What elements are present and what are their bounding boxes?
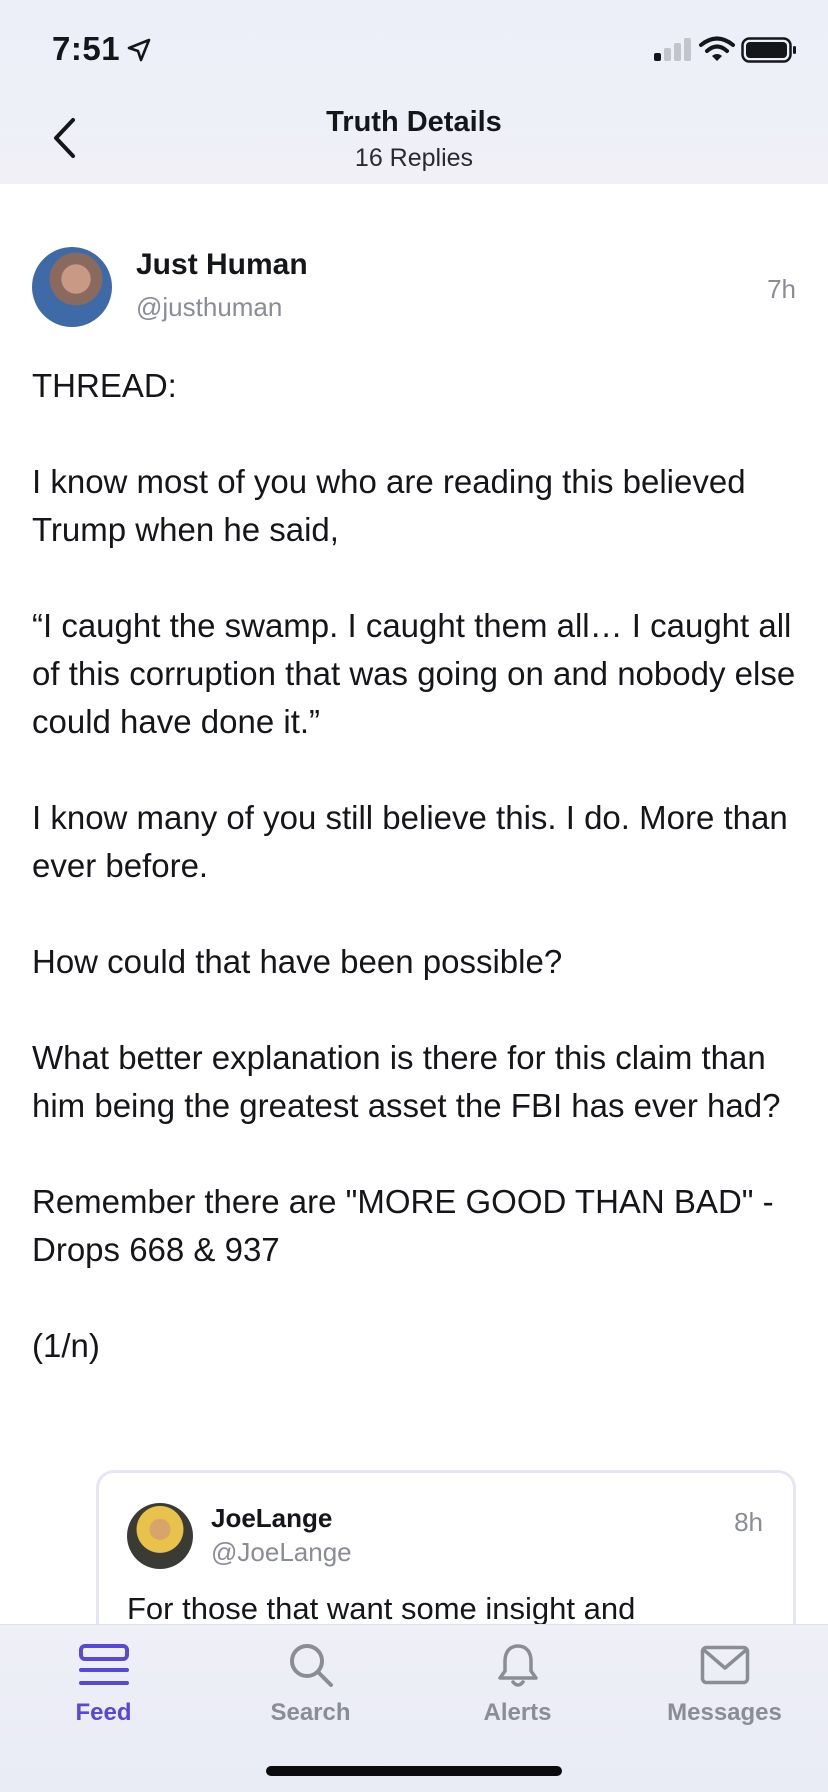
- post-body: THREAD: I know most of you who are readi…: [32, 362, 796, 1418]
- top-header: 7:51 Truth Details 16 Replies: [0, 0, 828, 184]
- post-timestamp: 7h: [767, 274, 796, 304]
- wifi-icon: [699, 36, 735, 61]
- truth-details-screen: 7:51 Truth Details 16 Replies Just Human…: [0, 0, 828, 1792]
- tab-feed[interactable]: Feed: [0, 1625, 207, 1745]
- tab-alerts[interactable]: Alerts: [414, 1625, 621, 1745]
- post-paragraph: I know many of you still believe this. I…: [32, 799, 788, 884]
- post-paragraph: “I caught the swamp. I caught them all… …: [32, 607, 796, 740]
- author-name[interactable]: Just Human: [136, 248, 308, 282]
- post-paragraph: How could that have been possible?: [32, 943, 563, 980]
- status-time: 7:51: [52, 30, 121, 67]
- location-arrow-icon: [127, 38, 151, 62]
- page-title: Truth Details: [326, 106, 502, 138]
- cellular-signal-icon: [654, 38, 691, 61]
- tab-feed-label: Feed: [75, 1699, 132, 1726]
- tab-search[interactable]: Search: [207, 1625, 414, 1745]
- reply-text: For those that want some insight and: [127, 1591, 636, 1626]
- tab-alerts-label: Alerts: [483, 1699, 552, 1726]
- tab-messages[interactable]: Messages: [621, 1625, 828, 1745]
- reply-author-handle[interactable]: @JoeLange: [211, 1537, 352, 1568]
- reply-count: 16 Replies: [354, 144, 474, 172]
- battery-icon: [741, 37, 796, 63]
- reply-author-avatar[interactable]: [127, 1503, 193, 1569]
- feed-icon: [78, 1644, 129, 1685]
- search-icon: [289, 1644, 333, 1687]
- envelope-icon: [700, 1645, 749, 1685]
- bell-icon: [497, 1644, 538, 1687]
- post-paragraph: What better explanation is there for thi…: [32, 1039, 781, 1124]
- reply-timestamp: 8h: [734, 1507, 763, 1537]
- post-paragraph: I know most of you who are reading this …: [32, 463, 746, 548]
- post-paragraph: Remember there are "MORE GOOD THAN BAD" …: [32, 1183, 774, 1268]
- post-paragraph: (1/n): [32, 1327, 100, 1364]
- reply-author-name[interactable]: JoeLange: [211, 1503, 332, 1534]
- tab-search-label: Search: [270, 1699, 351, 1726]
- tab-messages-label: Messages: [667, 1699, 782, 1726]
- post-paragraph: THREAD:: [32, 367, 177, 404]
- author-avatar[interactable]: [32, 247, 112, 327]
- author-handle[interactable]: @justhuman: [136, 292, 282, 323]
- home-indicator[interactable]: [266, 1766, 562, 1776]
